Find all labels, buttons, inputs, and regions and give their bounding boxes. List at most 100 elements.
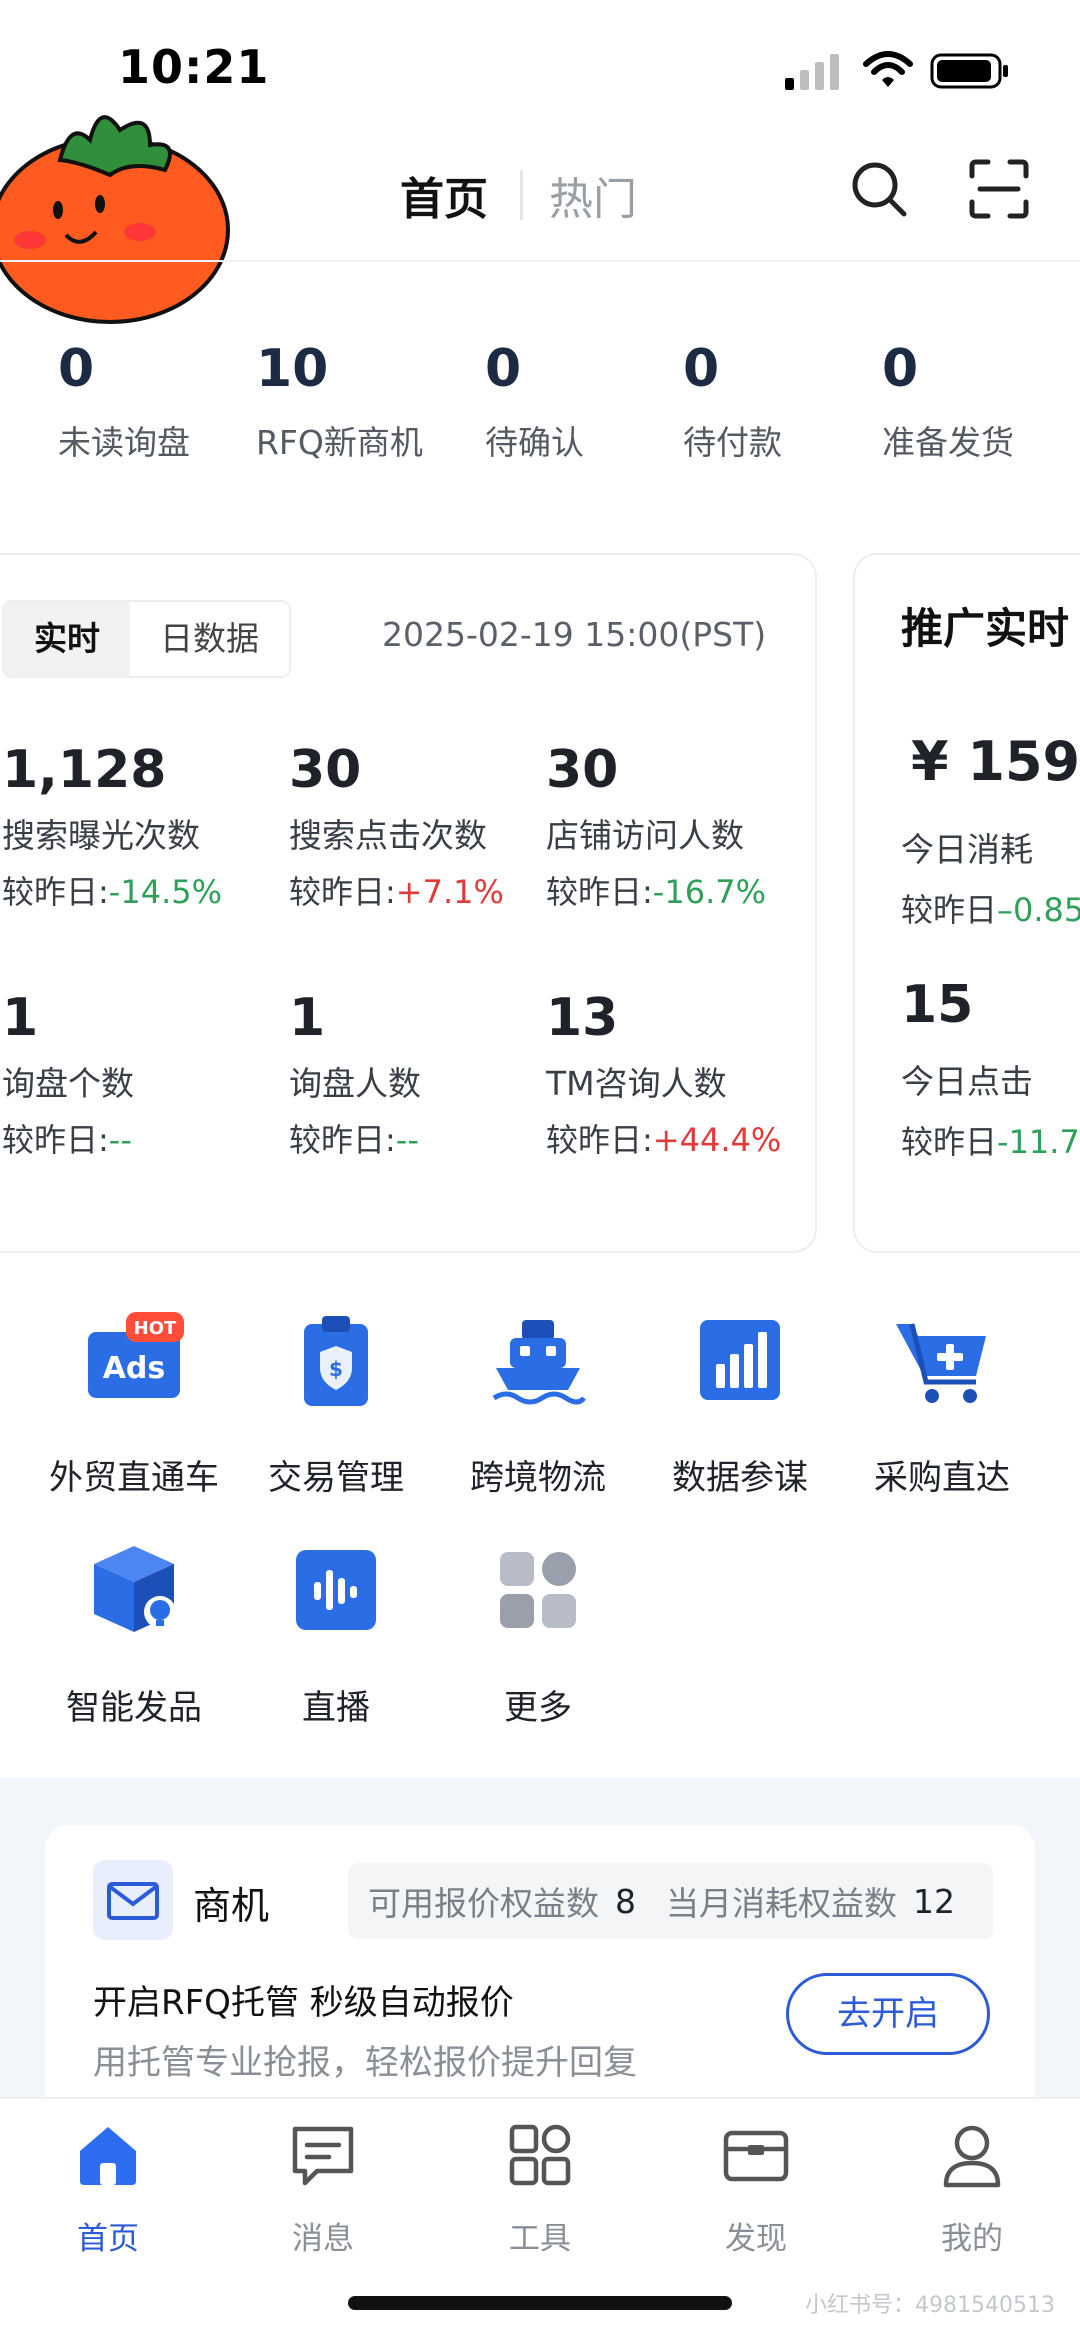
change-value: -- [108, 1121, 132, 1159]
stat-unread-inquiries[interactable]: 0 未读询盘 [58, 330, 190, 464]
promo-spend-compare: 较昨日–0.85 [901, 885, 1080, 931]
tool-smart-listing[interactable]: 智能发品 [34, 1540, 234, 1729]
clipboard-dollar-icon: $ [286, 1310, 386, 1410]
tab-separator [520, 170, 523, 220]
realtime-segmented-control: 实时 日数据 [2, 600, 291, 678]
change-value: -14.5% [108, 873, 222, 911]
stat-pending-payment[interactable]: 0 待付款 [683, 330, 782, 464]
promo-clicks-compare: 较昨日-11.76 [901, 1117, 1080, 1163]
tool-label: 采购直达 [874, 1458, 1010, 1498]
nav-profile[interactable]: 我的 [892, 2119, 1052, 2258]
rfq-subline: 用托管专业抢报，轻松报价提升回复 [93, 2043, 637, 2083]
segment-realtime[interactable]: 实时 [4, 602, 130, 676]
stat-pending-confirm[interactable]: 0 待确认 [485, 330, 584, 464]
home-icon [80, 2127, 136, 2185]
tool-trade-management[interactable]: $ 交易管理 [236, 1310, 436, 1499]
wifi-icon [863, 51, 913, 87]
tool-label: 智能发品 [66, 1688, 202, 1728]
enable-rfq-button[interactable]: 去开启 [786, 1973, 990, 2055]
change-value: –0.85 [997, 891, 1080, 929]
nav-home[interactable]: 首页 [28, 2119, 188, 2258]
tool-logistics[interactable]: 跨境物流 [438, 1310, 638, 1499]
tool-direct-purchase[interactable]: 采购直达 [842, 1310, 1042, 1499]
quota-info: 可用报价权益数 8 当月消耗权益数 12 [348, 1863, 993, 1939]
promo-clicks-label: 今日点击 [901, 1062, 1033, 1101]
metric-value: 13 [546, 988, 619, 1048]
tool-data-advisor[interactable]: 数据参谋 [640, 1310, 840, 1499]
compare-prefix: 较昨日: [2, 873, 109, 911]
header-tabs: 首页 热门 [400, 160, 637, 230]
compare-prefix: 较昨日 [901, 891, 998, 929]
metric-search-clicks[interactable]: 30 搜索点击次数 较昨日:+7.1% [289, 735, 504, 913]
metric-inquiry-count[interactable]: 1 询盘个数 较昨日:-- [2, 983, 134, 1161]
tools-grid-icon [509, 2124, 571, 2186]
change-value: -11.76 [997, 1123, 1080, 1161]
tool-live[interactable]: 直播 [236, 1540, 436, 1729]
quota-used-label: 当月消耗权益数 [666, 1884, 897, 1923]
message-icon [292, 2126, 354, 2186]
tool-label: 交易管理 [268, 1458, 404, 1498]
compare-prefix: 较昨日: [289, 1121, 396, 1159]
svg-text:$: $ [329, 1357, 343, 1381]
stat-label: 待付款 [683, 423, 782, 462]
scan-icon[interactable] [966, 156, 1032, 222]
promotion-realtime-card[interactable]: 推广实时 ¥ 159.5 今日消耗 较昨日–0.85 15 今日点击 较昨日-1… [853, 553, 1080, 1253]
change-value: -- [395, 1121, 419, 1159]
metric-label: 店铺访问人数 [546, 816, 744, 855]
metric-value: 1,128 [2, 740, 167, 800]
tools-grid: Ads HOT 外贸直通车 $ 交易管理 跨境物流 数据参谋 采购直达 智能发品… [0, 1310, 1080, 1750]
profile-icon [943, 2125, 1001, 2188]
stat-value: 0 [882, 339, 919, 399]
stat-rfq-opportunities[interactable]: 10 RFQ新商机 [256, 330, 423, 464]
home-indicator [348, 2296, 732, 2310]
promo-spend-value: ¥ 159.5 [911, 730, 1080, 793]
grid-more-icon [488, 1540, 588, 1640]
stat-value: 0 [485, 339, 522, 399]
metric-tm-consult-people[interactable]: 13 TM咨询人数 较昨日:+44.4% [546, 983, 781, 1161]
tab-hot[interactable]: 热门 [549, 163, 637, 227]
nav-label: 我的 [941, 2221, 1003, 2257]
realtime-data-card: 实时 日数据 2025-02-19 15:00(PST) 1,128 搜索曝光次… [0, 553, 817, 1253]
stat-ready-to-ship[interactable]: 0 准备发货 [882, 330, 1014, 464]
nav-label: 发现 [725, 2221, 787, 2257]
nav-label: 消息 [292, 2221, 354, 2257]
promo-spend-label: 今日消耗 [901, 830, 1033, 869]
nav-label: 首页 [77, 2221, 139, 2257]
nav-discover[interactable]: 发现 [676, 2119, 836, 2258]
tool-label: 外贸直通车 [49, 1458, 219, 1498]
discover-icon [723, 2130, 789, 2182]
metric-label: 搜索曝光次数 [2, 816, 200, 855]
stat-value: 0 [58, 339, 95, 399]
metric-inquiry-people[interactable]: 1 询盘人数 较昨日:-- [289, 983, 421, 1161]
change-value: -16.7% [652, 873, 766, 911]
promo-title: 推广实时 [901, 604, 1070, 653]
metric-value: 1 [2, 988, 39, 1048]
quota-used-value: 12 [913, 1881, 955, 1921]
metric-store-visitors[interactable]: 30 店铺访问人数 较昨日:-16.7% [546, 735, 766, 913]
status-time: 10:21 [118, 40, 270, 94]
nav-tools[interactable]: 工具 [460, 2119, 620, 2258]
tool-ads[interactable]: Ads HOT 外贸直通车 [34, 1310, 234, 1499]
tool-label: 跨境物流 [470, 1458, 606, 1498]
stat-label: RFQ新商机 [256, 423, 423, 462]
cellular-signal-icon [785, 54, 839, 90]
ads-icon: Ads HOT [84, 1310, 184, 1410]
cube-bulb-icon [84, 1540, 184, 1640]
search-icon[interactable] [846, 156, 912, 222]
metric-compare: 较昨日:-14.5% [2, 867, 222, 913]
tool-more[interactable]: 更多 [438, 1540, 638, 1729]
compare-prefix: 较昨日: [2, 1121, 109, 1159]
metric-label: 询盘人数 [289, 1064, 421, 1103]
tab-home[interactable]: 首页 [400, 163, 488, 227]
change-value: +44.4% [652, 1121, 782, 1159]
rfq-headline: 开启RFQ托管 秒级自动报价 [93, 1983, 514, 2023]
nav-messages[interactable]: 消息 [243, 2119, 403, 2258]
tool-label: 数据参谋 [672, 1458, 808, 1498]
quota-available-label: 可用报价权益数 [368, 1884, 599, 1923]
compare-prefix: 较昨日: [546, 1121, 653, 1159]
segment-daily[interactable]: 日数据 [130, 602, 289, 676]
metric-compare: 较昨日:-- [289, 1115, 421, 1161]
metric-search-impressions[interactable]: 1,128 搜索曝光次数 较昨日:-14.5% [2, 735, 222, 913]
order-stats: 0 未读询盘 10 RFQ新商机 0 待确认 0 待付款 0 准备发货 [0, 330, 1080, 490]
promo-clicks-value: 15 [901, 975, 974, 1035]
